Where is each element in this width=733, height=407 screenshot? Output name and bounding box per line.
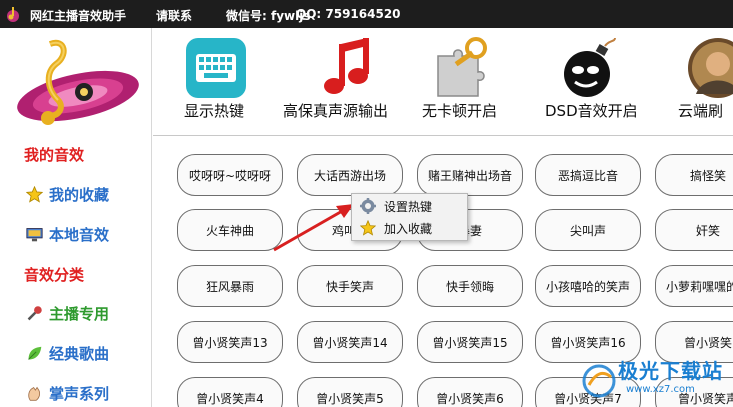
bomb-icon	[564, 37, 616, 97]
gear-icon	[360, 198, 376, 214]
sound-button[interactable]: 火车神曲	[177, 209, 283, 251]
sidebar-item-label: 本地音效	[49, 226, 110, 244]
sound-button[interactable]: 奸笑	[655, 209, 733, 251]
app-logo-icon	[7, 7, 19, 22]
sound-button[interactable]: 曾小贤笑声5	[297, 377, 403, 407]
menu-item-label: 加入收藏	[384, 221, 433, 236]
microphone-icon	[27, 306, 42, 321]
sound-button[interactable]: 快手笑声	[297, 265, 403, 307]
tool-label: 无卡顿开启	[422, 102, 498, 120]
sound-button[interactable]: 曾小贤笑声6	[417, 377, 523, 407]
star-icon	[26, 186, 43, 203]
hifi-output-button[interactable]: 高保真声源输出	[283, 28, 408, 136]
toolbar: 显示热键 高保真声源输出 无卡顿开启 DSD音效开启 云端刷	[153, 28, 733, 136]
sound-button[interactable]: 尖叫声	[535, 209, 641, 251]
qq-label: QQ: 759164520	[296, 7, 401, 21]
sound-category-heading: 音效分类	[24, 266, 85, 284]
tool-label: 高保真声源输出	[283, 102, 389, 120]
tool-label: DSD音效开启	[545, 102, 638, 120]
sidebar-item-local-sounds[interactable]: 本地音效	[26, 224, 109, 245]
sidebar-item-label: 我的收藏	[49, 186, 110, 204]
context-menu: 设置热键 加入收藏	[351, 193, 468, 241]
watermark-url: www.xz7.com	[626, 384, 695, 395]
show-hotkeys-button[interactable]: 显示热键	[153, 28, 283, 136]
keyboard-icon	[186, 38, 246, 98]
annotation-arrow	[273, 204, 354, 252]
tool-label: 云端刷	[678, 102, 724, 120]
sound-button[interactable]: 快手领晦	[417, 265, 523, 307]
sidebar-item-label: 掌声系列	[49, 385, 110, 403]
sidebar-item-label: 经典歌曲	[49, 345, 110, 363]
sidebar-item-classic-songs[interactable]: 经典歌曲	[26, 343, 109, 364]
avatar-icon	[688, 38, 733, 98]
tool-label: 显示热键	[184, 102, 245, 120]
sidebar-item-label: 主播专用	[49, 305, 110, 323]
contact-label: 请联系	[156, 9, 193, 23]
sound-button[interactable]: 大话西游出场	[297, 154, 403, 196]
sound-button[interactable]: 曾小贤笑声4	[177, 377, 283, 407]
add-to-favorites-menu-item[interactable]: 加入收藏	[352, 218, 467, 238]
app-logo	[17, 39, 139, 125]
sidebar: 我的音效 我的收藏 本地音效 音效分类 主播专用 经典歌曲 掌声系列	[0, 28, 152, 407]
sound-button[interactable]: 赌王赌神出场音	[417, 154, 523, 196]
sound-button[interactable]: 哎呀呀~哎呀呀	[177, 154, 283, 196]
puzzle-key-icon	[437, 37, 487, 97]
sound-button[interactable]: 小萝莉嘿嘿的笑	[655, 265, 733, 307]
title-bar: 网红主播音效助手 请联系 微信号: fywljs QQ: 759164520	[0, 0, 733, 28]
music-note-icon	[324, 38, 369, 94]
sound-button[interactable]: 搞怪笑	[655, 154, 733, 196]
sound-button[interactable]: 小孩嘻哈的笑声	[535, 265, 641, 307]
set-hotkey-menu-item[interactable]: 设置热键	[352, 196, 467, 216]
no-lag-enable-button[interactable]: 无卡顿开启	[408, 28, 523, 136]
star-icon	[360, 220, 376, 236]
cloud-brush-button[interactable]: 云端刷	[648, 28, 733, 136]
clap-icon	[28, 386, 41, 401]
my-sounds-heading: 我的音效	[24, 146, 85, 164]
sound-button[interactable]: 曾小贤笑声15	[417, 321, 523, 363]
sidebar-item-favorites[interactable]: 我的收藏	[26, 184, 109, 205]
sound-button[interactable]: 曾小贤笑声13	[177, 321, 283, 363]
sound-button[interactable]: 曾小贤笑声14	[297, 321, 403, 363]
leaf-icon	[28, 346, 42, 360]
dsd-sound-enable-button[interactable]: DSD音效开启	[523, 28, 648, 136]
sound-button[interactable]: 恶搞逗比音	[535, 154, 641, 196]
menu-item-label: 设置热键	[384, 199, 433, 214]
sidebar-item-anchor[interactable]: 主播专用	[26, 303, 109, 324]
app-title: 网红主播音效助手	[30, 9, 127, 23]
monitor-icon	[26, 228, 43, 242]
sound-button[interactable]: 狂风暴雨	[177, 265, 283, 307]
sidebar-item-applause[interactable]: 掌声系列	[26, 383, 109, 404]
watermark-text: 极光下载站	[618, 359, 723, 383]
